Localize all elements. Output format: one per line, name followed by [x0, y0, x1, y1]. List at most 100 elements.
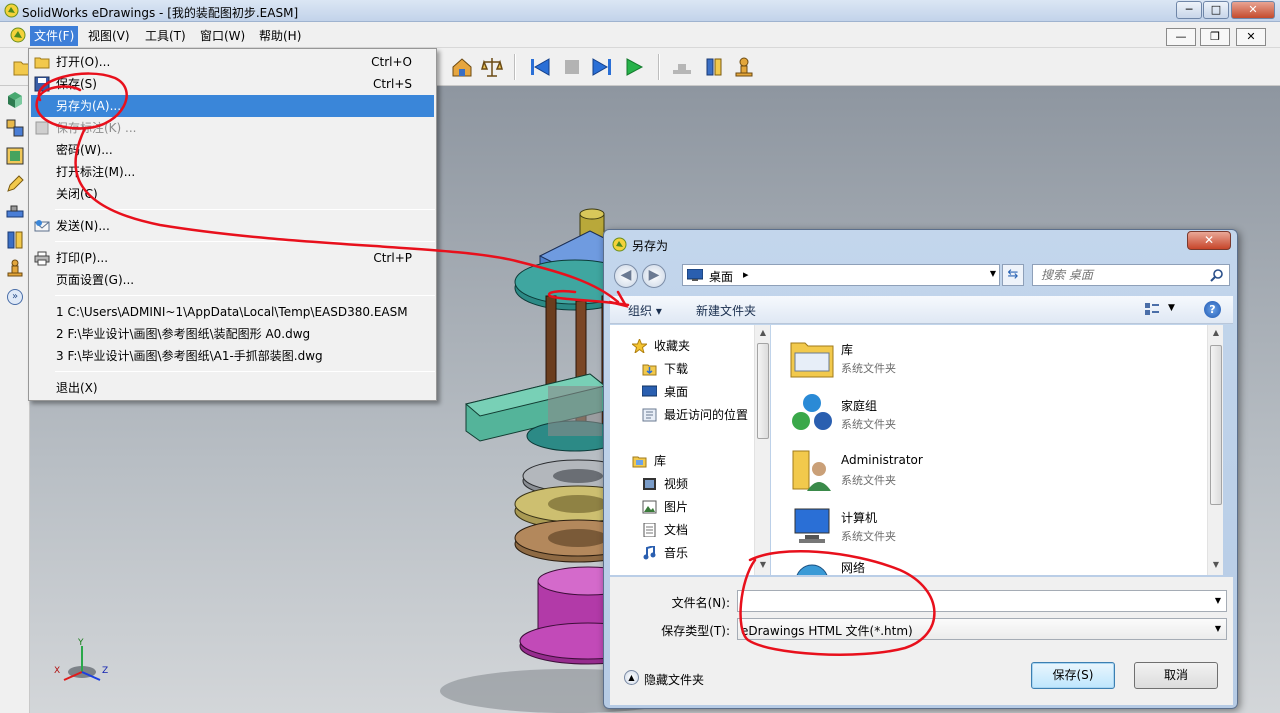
filetype-select[interactable]: eDrawings HTML 文件(*.htm) ▼	[737, 618, 1227, 640]
dialog-title: 另存为	[632, 239, 669, 253]
menu-item-recent-1[interactable]: 1 C:\Users\ADMINI~1\AppData\Local\Temp\E…	[31, 301, 434, 323]
explode-icon[interactable]	[702, 56, 726, 78]
scroll-down-icon[interactable]: ▼	[1208, 557, 1224, 573]
menu-item-recent-2[interactable]: 2 F:\毕业设计\画图\参考图纸\装配图形 A0.dwg	[31, 323, 434, 345]
menu-separator	[55, 241, 435, 242]
desktop-icon	[687, 269, 703, 281]
menu-view[interactable]: 视图(V)	[84, 26, 134, 46]
search-input[interactable]	[1041, 267, 1201, 283]
list-item[interactable]: Administrator 系统文件夹	[789, 445, 1189, 501]
list-item[interactable]: 家庭组 系统文件夹	[789, 389, 1189, 445]
nav-music[interactable]: 音乐	[664, 543, 688, 563]
menu-window[interactable]: 窗口(W)	[196, 26, 249, 46]
model-tree-icon[interactable]	[5, 90, 25, 110]
home-view-icon[interactable]	[450, 56, 474, 78]
components-icon[interactable]	[5, 118, 25, 138]
address-chevron[interactable]: ▸	[743, 268, 749, 281]
measure-icon[interactable]	[480, 56, 504, 78]
help-icon[interactable]: ?	[1204, 301, 1221, 318]
first-frame-icon[interactable]	[528, 56, 552, 78]
menu-item-open-markup[interactable]: 打开标注(M)...	[31, 161, 434, 183]
scroll-up-icon[interactable]: ▲	[1208, 325, 1224, 341]
save-disk-icon	[34, 76, 50, 92]
scroll-up-icon[interactable]: ▲	[755, 325, 771, 341]
menu-help[interactable]: 帮助(H)	[255, 26, 305, 46]
mdi-restore-button[interactable]: ❐	[1200, 28, 1230, 46]
dialog-close-button[interactable]: ✕	[1187, 231, 1231, 250]
nav-documents[interactable]: 文档	[664, 520, 688, 540]
toolbar-separator	[658, 54, 660, 80]
menu-tools[interactable]: 工具(T)	[141, 26, 190, 46]
menu-file[interactable]: 文件(F)	[30, 26, 79, 46]
play-icon[interactable]	[622, 56, 646, 78]
nav-downloads[interactable]: 下载	[664, 359, 688, 379]
back-button[interactable]: ◀	[614, 264, 638, 288]
pencil-markup-icon[interactable]	[5, 174, 25, 194]
hide-folders-toggle[interactable]: 隐藏文件夹	[644, 671, 704, 688]
file-scroll-thumb[interactable]	[1210, 345, 1222, 505]
menu-item-open[interactable]: 打开(O)... Ctrl+O	[31, 51, 434, 73]
recent-places-icon	[642, 408, 657, 422]
filename-dropdown-icon[interactable]: ▼	[1212, 594, 1224, 608]
save-as-dialog: 另存为 ✕ ◀ ▶ 桌面 ▸ ▼ ⇆ 组织 ▾ 新建文件夹 ▼ ? 收藏夹 下载…	[603, 229, 1238, 709]
filename-input[interactable]: 我的装配图初步.htm	[741, 593, 853, 609]
nav-scroll-thumb[interactable]	[757, 343, 769, 439]
view-options-icon[interactable]	[1144, 302, 1160, 316]
menu-item-save[interactable]: 保存(S) Ctrl+S	[31, 73, 434, 95]
documents-icon	[643, 523, 656, 537]
nav-libraries-header[interactable]: 库	[654, 451, 666, 471]
menu-item-close[interactable]: 关闭(C)	[31, 183, 434, 205]
mdi-close-button[interactable]: ✕	[1236, 28, 1266, 46]
configurations-icon[interactable]	[5, 146, 25, 166]
menu-item-recent-3[interactable]: 3 F:\毕业设计\画图\参考图纸\A1-手抓部装图.dwg	[31, 345, 434, 367]
file-dropdown-menu: 打开(O)... Ctrl+O 保存(S) Ctrl+S 另存为(A)... 保存标…	[28, 48, 437, 401]
file-list-scrollbar[interactable]: ▲ ▼	[1207, 325, 1223, 575]
collapse-chevron-icon[interactable]: ▲	[624, 670, 639, 685]
new-folder-button[interactable]: 新建文件夹	[696, 302, 756, 319]
list-item[interactable]: 网络	[789, 557, 1189, 575]
stamp-tool-icon[interactable]	[5, 258, 25, 278]
filename-label: 文件名(N):	[671, 596, 730, 610]
cancel-button[interactable]: 取消	[1134, 662, 1218, 689]
search-box[interactable]	[1032, 264, 1230, 286]
expand-toolbar-icon[interactable]: »	[7, 289, 23, 305]
stop-icon[interactable]	[560, 56, 584, 78]
window-minimize-button[interactable]: ─	[1176, 1, 1202, 19]
pictures-icon	[642, 500, 657, 514]
view-options-dropdown-icon[interactable]: ▼	[1168, 303, 1175, 313]
stamp-icon[interactable]	[732, 56, 756, 78]
music-icon	[643, 546, 656, 560]
nav-pictures[interactable]: 图片	[664, 497, 688, 517]
navigation-pane: 收藏夹 下载 桌面 最近访问的位置 库 视频 图片 文档 音乐 ▲ ▼	[610, 325, 770, 575]
window-maximize-button[interactable]: □	[1203, 1, 1229, 19]
explode-tool-icon[interactable]	[5, 230, 25, 250]
menu-item-password[interactable]: 密码(W)...	[31, 139, 434, 161]
nav-scrollbar[interactable]: ▲ ▼	[754, 325, 770, 575]
organize-button[interactable]: 组织 ▾	[628, 302, 662, 319]
list-item[interactable]: 库系统文件夹	[789, 333, 1189, 389]
forward-button[interactable]: ▶	[642, 264, 666, 288]
nav-favorites-header[interactable]: 收藏夹	[654, 336, 690, 356]
menu-item-save-as[interactable]: 另存为(A)...	[31, 95, 434, 117]
scroll-down-icon[interactable]: ▼	[755, 557, 771, 573]
menu-item-print[interactable]: 打印(P)... Ctrl+P	[31, 247, 434, 269]
menu-item-exit[interactable]: 退出(X)	[31, 377, 434, 399]
address-bar[interactable]: 桌面 ▸ ▼	[682, 264, 1000, 286]
axis-z-label: Z	[102, 666, 109, 676]
address-dropdown-icon[interactable]: ▼	[990, 269, 996, 278]
refresh-button[interactable]: ⇆	[1002, 264, 1024, 286]
nav-desktop[interactable]: 桌面	[664, 382, 688, 402]
save-button[interactable]: 保存(S)	[1031, 662, 1115, 689]
nav-recent-places[interactable]: 最近访问的位置	[664, 405, 748, 425]
menu-item-page-setup[interactable]: 页面设置(G)...	[31, 269, 434, 291]
last-frame-icon[interactable]	[590, 56, 614, 78]
mdi-minimize-button[interactable]: —	[1166, 28, 1196, 46]
menu-item-send[interactable]: 发送(N)...	[31, 215, 434, 237]
window-close-button[interactable]: ✕	[1231, 1, 1275, 19]
nav-videos[interactable]: 视频	[664, 474, 688, 494]
search-icon[interactable]	[1210, 268, 1224, 282]
filename-field[interactable]: 我的装配图初步.htm ▼	[737, 590, 1227, 612]
list-item[interactable]: 计算机 系统文件夹	[789, 501, 1189, 557]
measure-tool-icon[interactable]	[5, 202, 25, 222]
filetype-dropdown-icon[interactable]: ▼	[1212, 622, 1224, 636]
